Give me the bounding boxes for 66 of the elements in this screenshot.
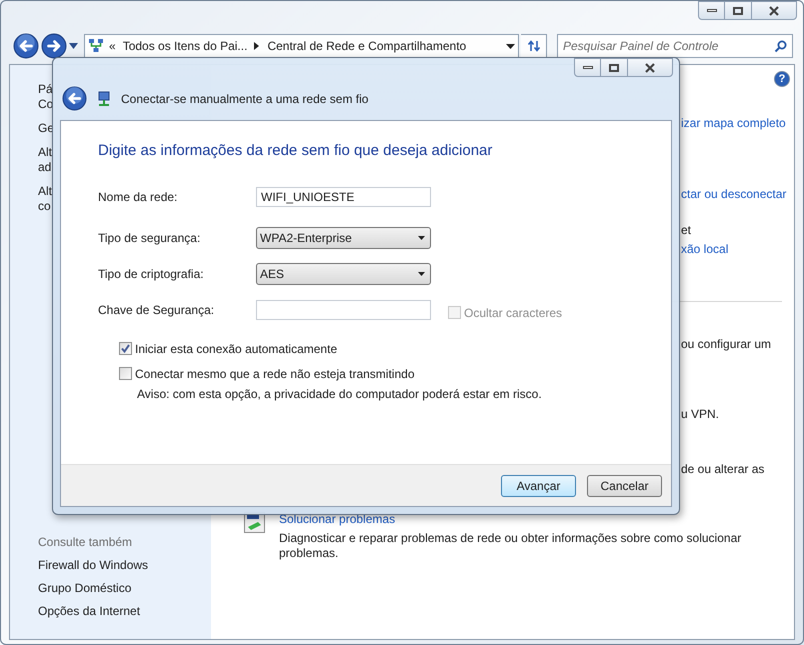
see-also-heading: Consulte também	[38, 535, 134, 550]
text-field[interactable]	[256, 300, 431, 320]
troubleshoot-description: Diagnosticar e reparar problemas de rede ou obter informações sobre como solucionar problemas.	[279, 531, 742, 561]
minimize-icon	[582, 66, 592, 69]
checkbox[interactable]	[119, 367, 132, 380]
address-bar[interactable]: « Todos os Itens do Pai... Central de Rede e Compartilhamento	[84, 34, 519, 58]
close-button[interactable]	[627, 58, 673, 77]
dropdown[interactable]: AES	[256, 263, 431, 285]
sidebar-link[interactable]: co	[38, 199, 51, 214]
close-button[interactable]	[751, 1, 797, 20]
dialog-button[interactable]: Avançar	[501, 474, 576, 496]
checkbox-label: Iniciar esta conexão automaticamente	[135, 340, 338, 358]
description-text: u VPN.	[681, 407, 720, 422]
search-field[interactable]: Pesquisar Painel de Controle	[557, 34, 793, 58]
dialog-button[interactable]: Cancelar	[587, 474, 662, 496]
link[interactable]: ctar ou desconectar	[681, 187, 786, 202]
text-field[interactable]: WIFI_UNIOESTE	[256, 187, 431, 207]
maximize-icon	[609, 64, 619, 72]
minimize-button[interactable]	[574, 58, 601, 77]
forward-button[interactable]	[41, 33, 67, 59]
sidebar-link[interactable]: Firewall do Windows	[38, 558, 211, 573]
description-text: et	[681, 223, 692, 238]
minimize-button[interactable]	[698, 1, 725, 20]
back-button[interactable]	[13, 33, 39, 59]
description-text: de ou alterar as	[681, 462, 764, 477]
refresh-icon	[526, 39, 540, 53]
checkbox-label: Ocultar caracteres	[464, 304, 562, 322]
checkbox-label: Conectar mesmo que a rede não esteja transmitindo	[135, 366, 414, 382]
close-icon	[644, 62, 656, 72]
sidebar-link[interactable]: Alt	[38, 145, 52, 160]
dropdown-icon	[418, 272, 425, 276]
dropdown[interactable]: WPA2-Enterprise	[256, 227, 431, 249]
maximize-button[interactable]	[601, 58, 627, 77]
sidebar-link[interactable]: Alt	[38, 184, 52, 199]
description-text: ou configurar um	[681, 337, 772, 352]
checkbox[interactable]	[119, 342, 132, 355]
link[interactable]: izar mapa completo	[681, 116, 786, 131]
search-icon[interactable]	[774, 40, 787, 52]
field-label: Nome da rede:	[98, 189, 178, 206]
dialog-heading: Digite as informações da rede sem fio que deseja adicionar	[98, 142, 494, 160]
maximize-icon	[733, 6, 743, 14]
sidebar-link[interactable]: ad	[38, 160, 52, 175]
sidebar-link[interactable]: Opções da Internet	[38, 604, 211, 619]
field-label: Chave de Segurança:	[98, 302, 216, 319]
field-label: Tipo de segurança:	[98, 230, 202, 247]
warning-text: Aviso: com esta opção, a privacidade do computador poderá estar em risco.	[137, 387, 543, 402]
sidebar-link[interactable]: Pá	[38, 82, 53, 97]
breadcrumb-overflow[interactable]: «	[109, 37, 116, 55]
breadcrumb[interactable]: Todos os Itens do Pai...	[122, 37, 248, 55]
dialog-title: Conectar-se manualmente a uma rede sem fio	[121, 90, 368, 108]
minimize-icon	[706, 9, 716, 12]
back-button[interactable]	[62, 86, 87, 111]
network-icon	[88, 38, 104, 54]
breadcrumb[interactable]: Central de Rede e Compartilhamento	[267, 37, 466, 55]
close-icon	[768, 6, 780, 16]
sidebar-link[interactable]: Grupo Doméstico	[38, 581, 211, 596]
dropdown-icon[interactable]	[69, 43, 78, 49]
refresh-button[interactable]	[521, 34, 547, 58]
troubleshoot-link[interactable]: Solucionar problemas	[279, 512, 749, 527]
link[interactable]: xão local	[681, 242, 728, 257]
chevron-right-icon	[254, 42, 260, 50]
field-label: Tipo de criptografia:	[98, 266, 205, 283]
maximize-button[interactable]	[725, 1, 751, 20]
help-button[interactable]: ?	[774, 71, 790, 87]
dropdown-icon	[418, 236, 425, 240]
dropdown-icon[interactable]	[506, 44, 515, 48]
